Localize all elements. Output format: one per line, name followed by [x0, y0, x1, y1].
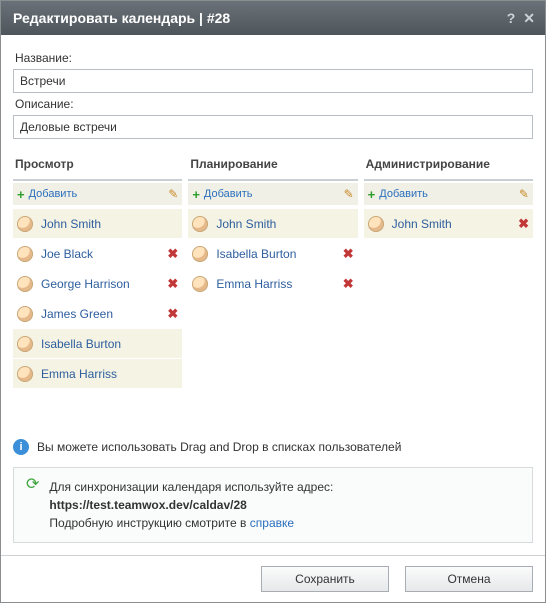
- sync-url: https://test.teamwox.dev/caldav/28: [49, 496, 522, 514]
- add-link[interactable]: Добавить: [204, 188, 344, 200]
- sync-intro: Для синхронизации календаря используйте …: [49, 478, 522, 496]
- name-input[interactable]: [13, 69, 533, 93]
- description-input[interactable]: [13, 115, 533, 139]
- user-list-admin: John Smith ✖: [364, 209, 533, 239]
- close-icon[interactable]: ✕: [523, 10, 535, 27]
- remove-icon[interactable]: ✖: [343, 246, 354, 262]
- add-link[interactable]: Добавить: [29, 188, 169, 200]
- help-icon[interactable]: ?: [507, 10, 516, 26]
- user-name: John Smith: [41, 217, 178, 231]
- avatar-icon: [192, 276, 208, 292]
- remove-icon[interactable]: ✖: [167, 246, 178, 262]
- column-view-title: Просмотр: [13, 153, 182, 181]
- remove-icon[interactable]: ✖: [518, 216, 529, 232]
- column-plan-title: Планирование: [188, 153, 357, 181]
- list-item[interactable]: Isabella Burton: [13, 329, 182, 359]
- remove-icon[interactable]: ✖: [343, 276, 354, 292]
- avatar-icon: [192, 216, 208, 232]
- label-description: Описание:: [15, 97, 531, 111]
- avatar-icon: [17, 246, 33, 262]
- sync-icon: ⟳: [26, 478, 39, 532]
- save-button[interactable]: Сохранить: [261, 566, 389, 592]
- plus-icon[interactable]: +: [17, 187, 25, 202]
- user-name: John Smith: [392, 217, 518, 231]
- column-admin-title: Администрирование: [364, 153, 533, 181]
- avatar-icon: [17, 216, 33, 232]
- list-item[interactable]: George Harrison ✖: [13, 269, 182, 299]
- list-item[interactable]: John Smith: [13, 209, 182, 239]
- column-plan-addbar: + Добавить ✎: [188, 183, 357, 205]
- user-list-plan: John Smith Isabella Burton ✖ Emma Harris…: [188, 209, 357, 299]
- user-name: John Smith: [216, 217, 353, 231]
- cancel-button[interactable]: Отмена: [405, 566, 533, 592]
- brush-icon[interactable]: ✎: [344, 187, 354, 201]
- sync-help-link[interactable]: справке: [250, 516, 294, 530]
- list-item[interactable]: Isabella Burton ✖: [188, 239, 357, 269]
- dragdrop-hint: i Вы можете использовать Drag and Drop в…: [13, 439, 533, 455]
- avatar-icon: [17, 336, 33, 352]
- brush-icon[interactable]: ✎: [168, 187, 178, 201]
- user-name: Emma Harriss: [41, 367, 178, 381]
- list-item[interactable]: Joe Black ✖: [13, 239, 182, 269]
- hint-text: Вы можете использовать Drag and Drop в с…: [37, 440, 401, 454]
- sync-body: Для синхронизации календаря используйте …: [49, 478, 522, 532]
- label-name: Название:: [15, 51, 531, 65]
- user-name: Joe Black: [41, 247, 167, 261]
- remove-icon[interactable]: ✖: [167, 276, 178, 292]
- modal-window: Редактировать календарь | #28 ? ✕ Назван…: [0, 0, 546, 603]
- avatar-icon: [368, 216, 384, 232]
- user-list-view: John Smith Joe Black ✖ George Harrison ✖: [13, 209, 182, 389]
- column-admin: Администрирование + Добавить ✎ John Smit…: [364, 153, 533, 389]
- column-admin-addbar: + Добавить ✎: [364, 183, 533, 205]
- window-body: Название: Описание: Просмотр + Добавить …: [1, 35, 545, 555]
- window-title: Редактировать календарь | #28: [13, 10, 499, 26]
- column-plan: Планирование + Добавить ✎ John Smith Isa…: [188, 153, 357, 389]
- remove-icon[interactable]: ✖: [167, 306, 178, 322]
- plus-icon[interactable]: +: [368, 187, 376, 202]
- avatar-icon: [17, 306, 33, 322]
- user-name: Emma Harriss: [216, 277, 342, 291]
- list-item[interactable]: James Green ✖: [13, 299, 182, 329]
- avatar-icon: [17, 276, 33, 292]
- avatar-icon: [192, 246, 208, 262]
- list-item[interactable]: Emma Harriss ✖: [188, 269, 357, 299]
- sync-more-prefix: Подробную инструкцию смотрите в: [49, 516, 249, 530]
- sync-box: ⟳ Для синхронизации календаря используйт…: [13, 467, 533, 543]
- user-name: George Harrison: [41, 277, 167, 291]
- avatar-icon: [17, 366, 33, 382]
- column-view: Просмотр + Добавить ✎ John Smith Joe Bla…: [13, 153, 182, 389]
- add-link[interactable]: Добавить: [379, 188, 519, 200]
- list-item[interactable]: John Smith ✖: [364, 209, 533, 239]
- list-item[interactable]: John Smith: [188, 209, 357, 239]
- sync-more: Подробную инструкцию смотрите в справке: [49, 514, 522, 532]
- brush-icon[interactable]: ✎: [519, 187, 529, 201]
- titlebar: Редактировать календарь | #28 ? ✕: [1, 1, 545, 35]
- column-view-addbar: + Добавить ✎: [13, 183, 182, 205]
- user-name: Isabella Burton: [216, 247, 342, 261]
- list-item[interactable]: Emma Harriss: [13, 359, 182, 389]
- plus-icon[interactable]: +: [192, 187, 200, 202]
- footer: Сохранить Отмена: [1, 555, 545, 602]
- permission-columns: Просмотр + Добавить ✎ John Smith Joe Bla…: [13, 153, 533, 389]
- user-name: James Green: [41, 307, 167, 321]
- user-name: Isabella Burton: [41, 337, 178, 351]
- info-icon: i: [13, 439, 29, 455]
